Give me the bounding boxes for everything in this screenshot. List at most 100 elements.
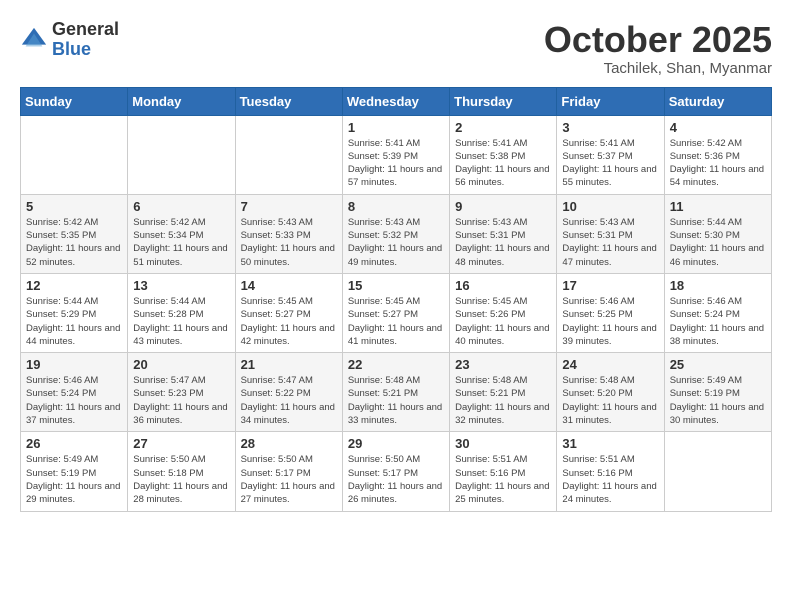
day-info: Sunrise: 5:44 AMSunset: 5:29 PMDaylight:…: [26, 295, 122, 348]
calendar-cell: 2Sunrise: 5:41 AMSunset: 5:38 PMDaylight…: [450, 115, 557, 194]
calendar-cell: 11 Sunrise: 5:44 AMSunset: 5:30 PMDayligh…: [664, 194, 771, 273]
calendar-cell: 27 Sunrise: 5:50 AMSunset: 5:18 PMDayligh…: [128, 432, 235, 511]
day-info: Sunrise: 5:51 AMSunset: 5:16 PMDaylight:…: [562, 453, 658, 506]
day-number: 1: [348, 120, 444, 135]
calendar-cell: 5Sunrise: 5:42 AMSunset: 5:35 PMDaylight…: [21, 194, 128, 273]
calendar-cell: [664, 432, 771, 511]
weekday-header-monday: Monday: [128, 87, 235, 115]
calendar-cell: 3 Sunrise: 5:41 AMSunset: 5:37 PMDaylight…: [557, 115, 664, 194]
day-number: 15: [348, 278, 444, 293]
title-block: October 2025 Tachilek, Shan, Myanmar: [544, 20, 772, 77]
weekday-header-saturday: Saturday: [664, 87, 771, 115]
day-number: 6: [133, 199, 229, 214]
day-info: Sunrise: 5:45 AMSunset: 5:27 PMDaylight:…: [348, 295, 444, 348]
calendar-cell: 14Sunrise: 5:45 AMSunset: 5:27 PMDayligh…: [235, 273, 342, 352]
calendar-body: 1 Sunrise: 5:41 AMSunset: 5:39 PMDaylight…: [21, 115, 772, 511]
day-info: Sunrise: 5:44 AMSunset: 5:30 PMDaylight:…: [670, 216, 766, 269]
logo-icon: [20, 26, 48, 54]
day-info: Sunrise: 5:43 AMSunset: 5:31 PMDaylight:…: [562, 216, 658, 269]
day-number: 7: [241, 199, 337, 214]
day-number: 23: [455, 357, 551, 372]
weekday-header-wednesday: Wednesday: [342, 87, 449, 115]
weekday-header-tuesday: Tuesday: [235, 87, 342, 115]
day-info: Sunrise: 5:41 AMSunset: 5:38 PMDaylight:…: [455, 137, 551, 190]
calendar-cell: 23 Sunrise: 5:48 AMSunset: 5:21 PMDayligh…: [450, 353, 557, 432]
calendar-week-4: 19 Sunrise: 5:46 AMSunset: 5:24 PMDayligh…: [21, 353, 772, 432]
day-info: Sunrise: 5:42 AMSunset: 5:36 PMDaylight:…: [670, 137, 766, 190]
logo-text: General Blue: [52, 20, 119, 60]
calendar-cell: 29Sunrise: 5:50 AMSunset: 5:17 PMDayligh…: [342, 432, 449, 511]
day-info: Sunrise: 5:51 AMSunset: 5:16 PMDaylight:…: [455, 453, 551, 506]
day-number: 28: [241, 436, 337, 451]
day-number: 27: [133, 436, 229, 451]
day-number: 5: [26, 199, 122, 214]
day-number: 10: [562, 199, 658, 214]
day-info: Sunrise: 5:50 AMSunset: 5:18 PMDaylight:…: [133, 453, 229, 506]
day-info: Sunrise: 5:48 AMSunset: 5:21 PMDaylight:…: [455, 374, 551, 427]
calendar-cell: 19 Sunrise: 5:46 AMSunset: 5:24 PMDayligh…: [21, 353, 128, 432]
calendar-cell: 9Sunrise: 5:43 AMSunset: 5:31 PMDaylight…: [450, 194, 557, 273]
day-info: Sunrise: 5:46 AMSunset: 5:24 PMDaylight:…: [670, 295, 766, 348]
calendar-cell: 24Sunrise: 5:48 AMSunset: 5:20 PMDayligh…: [557, 353, 664, 432]
day-info: Sunrise: 5:45 AMSunset: 5:27 PMDaylight:…: [241, 295, 337, 348]
calendar-week-2: 5Sunrise: 5:42 AMSunset: 5:35 PMDaylight…: [21, 194, 772, 273]
day-info: Sunrise: 5:43 AMSunset: 5:31 PMDaylight:…: [455, 216, 551, 269]
calendar-cell: 31 Sunrise: 5:51 AMSunset: 5:16 PMDayligh…: [557, 432, 664, 511]
calendar-cell: 15 Sunrise: 5:45 AMSunset: 5:27 PMDayligh…: [342, 273, 449, 352]
calendar-header: SundayMondayTuesdayWednesdayThursdayFrid…: [21, 87, 772, 115]
logo: General Blue: [20, 20, 119, 60]
weekday-header-friday: Friday: [557, 87, 664, 115]
day-info: Sunrise: 5:49 AMSunset: 5:19 PMDaylight:…: [670, 374, 766, 427]
day-number: 30: [455, 436, 551, 451]
day-number: 29: [348, 436, 444, 451]
day-number: 19: [26, 357, 122, 372]
calendar-week-1: 1 Sunrise: 5:41 AMSunset: 5:39 PMDaylight…: [21, 115, 772, 194]
day-info: Sunrise: 5:49 AMSunset: 5:19 PMDaylight:…: [26, 453, 122, 506]
day-info: Sunrise: 5:47 AMSunset: 5:23 PMDaylight:…: [133, 374, 229, 427]
day-info: Sunrise: 5:46 AMSunset: 5:24 PMDaylight:…: [26, 374, 122, 427]
calendar-cell: [235, 115, 342, 194]
calendar-cell: 20Sunrise: 5:47 AMSunset: 5:23 PMDayligh…: [128, 353, 235, 432]
day-info: Sunrise: 5:41 AMSunset: 5:39 PMDaylight:…: [348, 137, 444, 190]
calendar-cell: [21, 115, 128, 194]
day-info: Sunrise: 5:47 AMSunset: 5:22 PMDaylight:…: [241, 374, 337, 427]
day-number: 4: [670, 120, 766, 135]
weekday-header-row: SundayMondayTuesdayWednesdayThursdayFrid…: [21, 87, 772, 115]
calendar-cell: 17 Sunrise: 5:46 AMSunset: 5:25 PMDayligh…: [557, 273, 664, 352]
calendar-cell: 16 Sunrise: 5:45 AMSunset: 5:26 PMDayligh…: [450, 273, 557, 352]
day-number: 8: [348, 199, 444, 214]
calendar-cell: 4 Sunrise: 5:42 AMSunset: 5:36 PMDaylight…: [664, 115, 771, 194]
day-info: Sunrise: 5:43 AMSunset: 5:32 PMDaylight:…: [348, 216, 444, 269]
calendar-cell: 6 Sunrise: 5:42 AMSunset: 5:34 PMDaylight…: [128, 194, 235, 273]
day-info: Sunrise: 5:46 AMSunset: 5:25 PMDaylight:…: [562, 295, 658, 348]
day-number: 31: [562, 436, 658, 451]
day-number: 18: [670, 278, 766, 293]
calendar-cell: 13Sunrise: 5:44 AMSunset: 5:28 PMDayligh…: [128, 273, 235, 352]
calendar-cell: 7Sunrise: 5:43 AMSunset: 5:33 PMDaylight…: [235, 194, 342, 273]
calendar-table: SundayMondayTuesdayWednesdayThursdayFrid…: [20, 87, 772, 512]
day-number: 22: [348, 357, 444, 372]
day-number: 11: [670, 199, 766, 214]
day-number: 3: [562, 120, 658, 135]
day-number: 16: [455, 278, 551, 293]
calendar-cell: 22Sunrise: 5:48 AMSunset: 5:21 PMDayligh…: [342, 353, 449, 432]
location-text: Tachilek, Shan, Myanmar: [544, 60, 772, 77]
calendar-cell: 26 Sunrise: 5:49 AMSunset: 5:19 PMDayligh…: [21, 432, 128, 511]
calendar-cell: 28Sunrise: 5:50 AMSunset: 5:17 PMDayligh…: [235, 432, 342, 511]
day-info: Sunrise: 5:41 AMSunset: 5:37 PMDaylight:…: [562, 137, 658, 190]
month-title: October 2025: [544, 20, 772, 60]
day-number: 24: [562, 357, 658, 372]
page-header: General Blue October 2025 Tachilek, Shan…: [20, 20, 772, 77]
day-number: 25: [670, 357, 766, 372]
day-number: 17: [562, 278, 658, 293]
calendar-cell: 8 Sunrise: 5:43 AMSunset: 5:32 PMDaylight…: [342, 194, 449, 273]
day-number: 12: [26, 278, 122, 293]
calendar-cell: 12 Sunrise: 5:44 AMSunset: 5:29 PMDayligh…: [21, 273, 128, 352]
logo-blue-text: Blue: [52, 40, 119, 60]
day-info: Sunrise: 5:45 AMSunset: 5:26 PMDaylight:…: [455, 295, 551, 348]
day-number: 26: [26, 436, 122, 451]
day-info: Sunrise: 5:42 AMSunset: 5:34 PMDaylight:…: [133, 216, 229, 269]
day-info: Sunrise: 5:44 AMSunset: 5:28 PMDaylight:…: [133, 295, 229, 348]
calendar-cell: 25 Sunrise: 5:49 AMSunset: 5:19 PMDayligh…: [664, 353, 771, 432]
calendar-week-5: 26 Sunrise: 5:49 AMSunset: 5:19 PMDayligh…: [21, 432, 772, 511]
